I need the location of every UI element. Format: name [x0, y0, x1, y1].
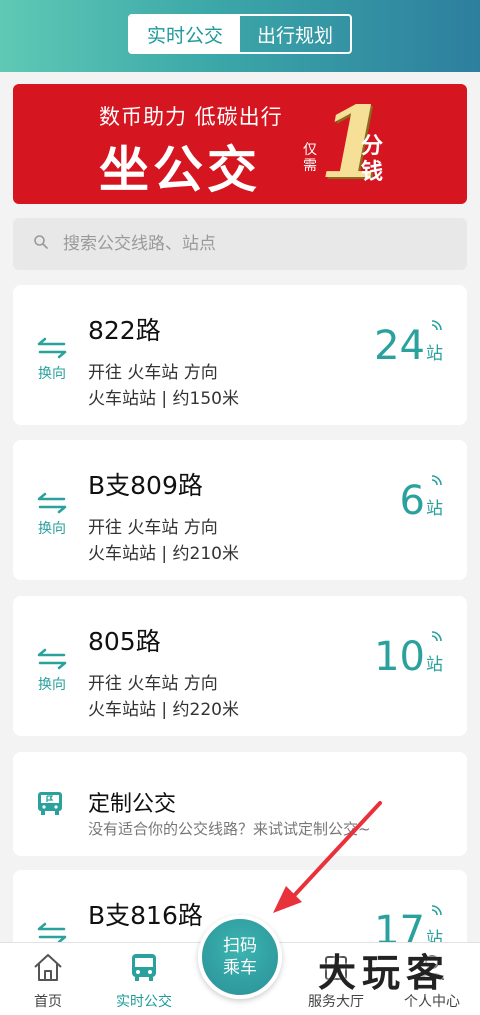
- route-station: 火车站站 | 约210米: [88, 544, 239, 564]
- banner-unit: 分钱: [361, 134, 384, 185]
- stops-unit: 站: [426, 499, 443, 519]
- search-input[interactable]: [63, 234, 423, 254]
- route-direction: 开往 火车站 方向: [88, 518, 218, 538]
- swap-arrows-icon: [37, 337, 67, 359]
- stops-away: 6 站: [400, 478, 443, 524]
- swap-label: 换向: [38, 677, 66, 693]
- custom-bus-title: 定制公交: [88, 792, 177, 817]
- swap-direction-button[interactable]: 换向: [35, 648, 69, 694]
- route-direction: 开往 火车站 方向: [88, 674, 218, 694]
- bus-icon: [132, 954, 156, 981]
- stops-unit: 站: [426, 344, 443, 364]
- stops-away: 24 站: [374, 323, 443, 369]
- route-name: 805路: [88, 627, 161, 656]
- route-station: 火车站站 | 约220米: [88, 700, 239, 720]
- swap-arrows-icon: [37, 922, 67, 944]
- top-header: 实时公交 出行规划: [0, 0, 480, 72]
- custom-bus-subtitle: 没有适合你的公交线路？来试试定制公交~: [88, 820, 371, 838]
- swap-arrows-icon: [37, 648, 67, 670]
- route-station: 火车站站 | 约150米: [88, 389, 239, 409]
- swap-arrows-icon: [37, 492, 67, 514]
- search-bar[interactable]: [13, 218, 467, 270]
- route-name: B支809路: [88, 471, 203, 500]
- route-name: B支816路: [88, 901, 203, 930]
- route-card[interactable]: 换向 822路 开往 火车站 方向 火车站站 | 约150米 24 站: [13, 285, 467, 425]
- stops-count: 24: [374, 323, 425, 369]
- stops-count: 10: [374, 634, 425, 680]
- nav-item-home[interactable]: 首页: [0, 951, 96, 1011]
- banner-slogan: 数币助力 低碳出行: [99, 105, 283, 129]
- stops-unit: 站: [426, 655, 443, 675]
- swap-label: 换向: [38, 366, 66, 382]
- route-name: 822路: [88, 316, 161, 345]
- tab-trip-planning[interactable]: 出行规划: [240, 16, 350, 52]
- route-card[interactable]: 换向 B支809路 开往 火车站 方向 火车站站 | 约210米 6 站: [13, 440, 467, 580]
- route-card[interactable]: 换向 805路 开往 火车站 方向 火车站站 | 约220米 10 站: [13, 596, 467, 736]
- nav-label: 实时公交: [116, 994, 172, 1010]
- nav-label: 首页: [34, 994, 62, 1010]
- mode-switch: 实时公交 出行规划: [128, 14, 352, 54]
- stops-count: 6: [399, 478, 425, 524]
- watermark-logo: 大玩客: [318, 951, 451, 995]
- search-icon: [33, 234, 49, 254]
- promo-banner[interactable]: 数币助力 低碳出行 坐公交 仅需 1 分钱: [13, 84, 467, 204]
- stops-away: 10 站: [374, 634, 443, 680]
- custom-bus-icon: [38, 792, 62, 815]
- scan-to-ride-button[interactable]: 扫码 乘车: [198, 915, 282, 999]
- banner-headline: 坐公交: [99, 141, 261, 199]
- swap-direction-button[interactable]: 换向: [35, 492, 69, 538]
- swap-label: 换向: [38, 521, 66, 537]
- scan-label-line2: 乘车: [223, 958, 257, 978]
- tab-realtime-bus[interactable]: 实时公交: [130, 16, 240, 52]
- route-direction: 开往 火车站 方向: [88, 363, 218, 383]
- scan-label-line1: 扫码: [223, 936, 257, 956]
- nav-item-realtime-bus[interactable]: 实时公交: [96, 951, 192, 1011]
- home-icon: [34, 954, 62, 981]
- custom-bus-card[interactable]: 定制公交 没有适合你的公交线路？来试试定制公交~: [13, 752, 467, 856]
- swap-direction-button[interactable]: 换向: [35, 337, 69, 383]
